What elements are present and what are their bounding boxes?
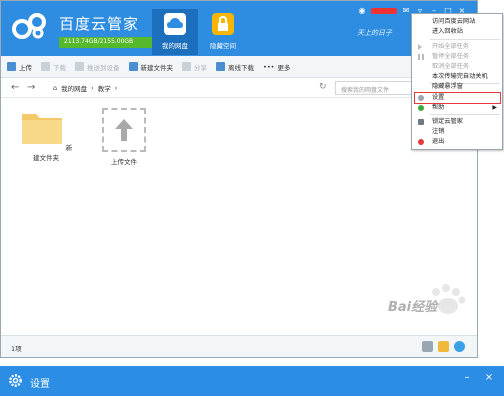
menu-label: 取消全部任务 <box>432 63 470 70</box>
menu-item-start-all[interactable]: 开始全部任务 <box>412 42 502 52</box>
quota-text: 2113.74GB/2155.00GB <box>64 38 134 45</box>
menu-label: 退出 <box>432 138 445 145</box>
menu-item-cancel-all[interactable]: 取消全部任务 <box>412 62 502 72</box>
tab-label: 隐藏空间 <box>210 42 236 50</box>
breadcrumb-item[interactable]: 教学 <box>98 83 111 93</box>
menu-separator <box>430 114 500 115</box>
share-icon <box>182 62 191 71</box>
push-label: 推送到设备 <box>87 63 120 72</box>
menu-label: 注销 <box>432 128 445 135</box>
upload-icon <box>7 62 16 71</box>
tab-hidden-space[interactable]: 隐藏空间 <box>200 9 246 55</box>
close-icon[interactable]: × <box>480 370 498 386</box>
forward-arrow-icon[interactable]: → <box>27 82 35 93</box>
user-icon[interactable]: ◉ <box>357 6 367 16</box>
breadcrumb: ⌂ 我的网盘 › 教学 › <box>53 83 117 93</box>
breadcrumb-separator: › <box>91 84 94 92</box>
brand-title: 百度云管家 <box>59 15 140 33</box>
menu-label: 暂停全部任务 <box>432 53 470 60</box>
menu-item-visit-website[interactable]: 访问百度云网站 <box>412 17 502 27</box>
download-label: 下载 <box>53 63 66 72</box>
menu-label: 帮助 <box>432 104 445 111</box>
status-bar: 1项 <box>1 335 477 357</box>
new-folder-icon <box>128 62 138 71</box>
lock-icon <box>418 119 424 125</box>
menu-separator <box>430 39 500 40</box>
menu-label: 访问百度云网站 <box>432 18 476 25</box>
menu-item-hide-float[interactable]: 隐藏悬浮窗 <box>412 82 502 92</box>
header: 百度云管家 2113.74GB/2155.00GB 我的网盘 隐藏空间 天上的日… <box>1 1 477 56</box>
download-button[interactable]: 下载 <box>41 62 66 72</box>
upload-button[interactable]: 上传 <box>7 62 32 72</box>
more-icon: ••• <box>263 62 275 71</box>
back-arrow-icon[interactable]: ← <box>11 82 19 93</box>
cloud-icon <box>164 13 186 35</box>
menu-label: 锁定云管家 <box>432 118 463 125</box>
quota-bar: 2113.74GB/2155.00GB <box>59 37 161 48</box>
upload-placeholder-icon <box>102 108 146 152</box>
submenu-arrow-icon: ▶ <box>492 104 497 111</box>
grid-view-icon[interactable] <box>422 341 433 352</box>
settings-title: 设置 <box>30 379 50 390</box>
pause-icon <box>418 54 424 60</box>
baidu-cloud-logo <box>12 13 46 39</box>
play-icon <box>418 44 422 50</box>
main-menu-dropdown: 访问百度云网站 进入回收站 开始全部任务 暂停全部任务 取消全部任务 本次传输完… <box>411 13 503 150</box>
offline-download-button[interactable]: 离线下载 <box>216 62 254 72</box>
download-icon <box>41 62 50 71</box>
folder-icon <box>21 114 62 144</box>
transfer-icon[interactable] <box>438 341 449 352</box>
menu-label: 隐藏悬浮窗 <box>432 83 463 90</box>
toolbar: 上传 下载 推送到设备 新建文件夹 分享 离线下载 ••• 更多 <box>1 56 477 78</box>
menu-label: 本次传输完自动关机 <box>432 73 488 80</box>
menu-item-recycle-bin[interactable]: 进入回收站 <box>412 27 502 37</box>
share-button[interactable]: 分享 <box>182 62 207 72</box>
item-count: 1项 <box>11 345 22 353</box>
new-folder-label: 新建文件夹 <box>140 63 174 72</box>
signature: 天上的日子 <box>357 29 392 37</box>
home-icon[interactable]: ⌂ <box>53 84 57 92</box>
user-name-redacted <box>371 8 397 14</box>
settings-window-titlebar: 设置 – × <box>0 366 504 396</box>
view-controls <box>422 341 465 352</box>
menu-item-auto-shutdown[interactable]: 本次传输完自动关机 <box>412 72 502 82</box>
more-label: 更多 <box>277 63 291 72</box>
new-folder-button[interactable]: 新建文件夹 <box>128 62 174 72</box>
floating-ball-icon[interactable] <box>454 341 465 352</box>
gear-icon <box>9 374 22 387</box>
file-item-upload[interactable]: 上传文件 <box>97 108 151 166</box>
file-name: 上传文件 <box>111 158 137 166</box>
breadcrumb-item[interactable]: 我的网盘 <box>61 83 87 93</box>
path-bar: ← → ⌂ 我的网盘 › 教学 › ↻ 搜索我的网盘文件 <box>1 78 477 98</box>
minimize-icon[interactable]: – <box>458 370 476 386</box>
file-name: 新建文件夹 <box>33 144 73 162</box>
menu-item-pause-all[interactable]: 暂停全部任务 <box>412 52 502 62</box>
offline-download-icon <box>216 62 225 71</box>
tab-my-netdisk[interactable]: 我的网盘 <box>152 9 198 55</box>
help-icon <box>418 105 424 111</box>
push-icon <box>75 62 84 71</box>
exit-icon <box>418 139 424 145</box>
menu-label: 进入回收站 <box>432 28 463 35</box>
push-button[interactable]: 推送到设备 <box>75 62 120 72</box>
menu-item-logout[interactable]: 注销 <box>412 127 502 137</box>
lock-icon <box>212 13 234 35</box>
menu-item-exit[interactable]: 退出 <box>412 137 502 147</box>
breadcrumb-separator: › <box>114 84 118 92</box>
watermark-text: Bai经验 <box>388 300 438 315</box>
menu-item-lock[interactable]: 锁定云管家 <box>412 117 502 127</box>
menu-label: 开始全部任务 <box>432 43 470 50</box>
menu-item-help[interactable]: 帮助 ▶ <box>412 103 502 113</box>
upload-label: 上传 <box>19 63 32 72</box>
share-label: 分享 <box>194 63 207 72</box>
file-item-folder[interactable]: 新建文件夹 <box>19 108 73 162</box>
refresh-icon[interactable]: ↻ <box>319 82 327 92</box>
notification-icon[interactable]: ✉ <box>401 6 411 16</box>
settings-highlight-box <box>414 92 501 104</box>
more-button[interactable]: ••• 更多 <box>263 62 291 72</box>
tab-label: 我的网盘 <box>162 42 188 50</box>
offline-download-label: 离线下载 <box>228 63 254 72</box>
